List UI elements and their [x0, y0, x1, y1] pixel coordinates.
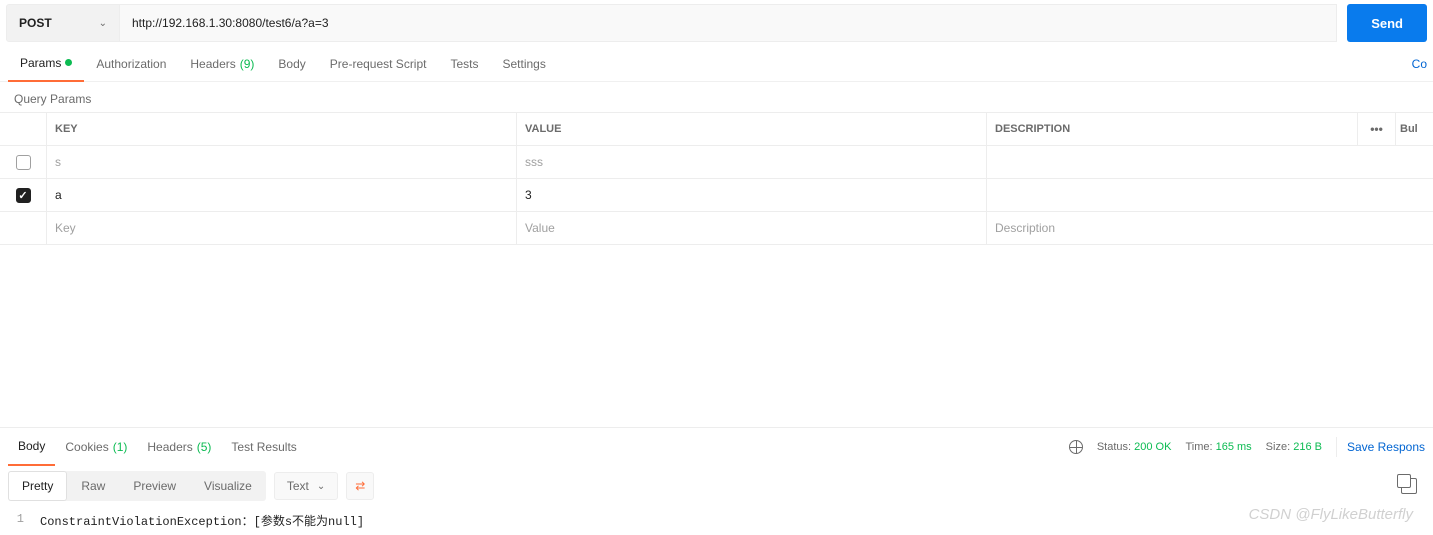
table-row-new[interactable]: Key Value Description	[0, 212, 1433, 245]
code-link[interactable]: Co	[1412, 57, 1427, 71]
response-tab-testresults[interactable]: Test Results	[221, 428, 306, 466]
response-tab-cookies[interactable]: Cookies (1)	[55, 428, 137, 466]
method-select[interactable]: POST ⌄	[6, 4, 120, 42]
tab-headers[interactable]: Headers (9)	[178, 46, 266, 82]
tab-params[interactable]: Params	[8, 46, 84, 82]
tab-tests[interactable]: Tests	[438, 46, 490, 82]
active-dot-icon	[65, 59, 72, 66]
tab-settings[interactable]: Settings	[491, 46, 558, 82]
view-visualize[interactable]: Visualize	[190, 471, 266, 501]
tab-prerequest[interactable]: Pre-request Script	[318, 46, 439, 82]
time-label: Time: 165 ms	[1185, 441, 1251, 453]
desc-placeholder[interactable]: Description	[986, 212, 1433, 244]
status-label: Status: 200 OK	[1097, 441, 1172, 453]
key-cell[interactable]: s	[46, 146, 516, 178]
row-checkbox[interactable]	[16, 155, 31, 170]
globe-icon[interactable]	[1069, 440, 1083, 454]
key-placeholder[interactable]: Key	[46, 212, 516, 244]
save-response-button[interactable]: Save Respons	[1336, 437, 1425, 457]
format-select[interactable]: Text ⌄	[274, 472, 338, 500]
line-content[interactable]: ConstraintViolationException：[参数s不能为null…	[40, 512, 1433, 529]
col-header-description: DESCRIPTION	[986, 113, 1357, 145]
params-table: KEY VALUE DESCRIPTION ••• Bul s sss a 3 …	[0, 112, 1433, 245]
bulk-edit-button[interactable]: Bul	[1395, 113, 1433, 145]
send-button[interactable]: Send	[1347, 4, 1427, 42]
tab-authorization[interactable]: Authorization	[84, 46, 178, 82]
url-input[interactable]	[120, 4, 1337, 42]
value-cell[interactable]: 3	[516, 179, 986, 211]
view-raw[interactable]: Raw	[67, 471, 119, 501]
wrap-lines-button[interactable]: ⇄	[346, 472, 374, 500]
response-tab-body[interactable]: Body	[8, 428, 55, 466]
chevron-down-icon: ⌄	[99, 18, 107, 29]
value-cell[interactable]: sss	[516, 146, 986, 178]
chevron-down-icon: ⌄	[317, 481, 325, 492]
table-row[interactable]: s sss	[0, 146, 1433, 179]
row-checkbox[interactable]	[16, 188, 31, 203]
key-cell[interactable]: a	[46, 179, 516, 211]
method-text: POST	[19, 16, 52, 30]
table-row[interactable]: a 3	[0, 179, 1433, 212]
more-options-button[interactable]: •••	[1357, 113, 1395, 145]
response-body: 1 ConstraintViolationException：[参数s不能为nu…	[0, 506, 1433, 535]
col-header-value: VALUE	[516, 113, 986, 145]
line-number: 1	[0, 512, 40, 529]
query-params-title: Query Params	[0, 82, 1433, 112]
desc-cell[interactable]	[986, 179, 1433, 211]
tab-body[interactable]: Body	[266, 46, 317, 82]
desc-cell[interactable]	[986, 146, 1433, 178]
col-header-key: KEY	[46, 113, 516, 145]
value-placeholder[interactable]: Value	[516, 212, 986, 244]
response-tab-headers[interactable]: Headers (5)	[137, 428, 221, 466]
view-pretty[interactable]: Pretty	[8, 471, 67, 501]
copy-icon[interactable]	[1401, 478, 1417, 494]
size-label: Size: 216 B	[1266, 441, 1322, 453]
view-preview[interactable]: Preview	[119, 471, 190, 501]
